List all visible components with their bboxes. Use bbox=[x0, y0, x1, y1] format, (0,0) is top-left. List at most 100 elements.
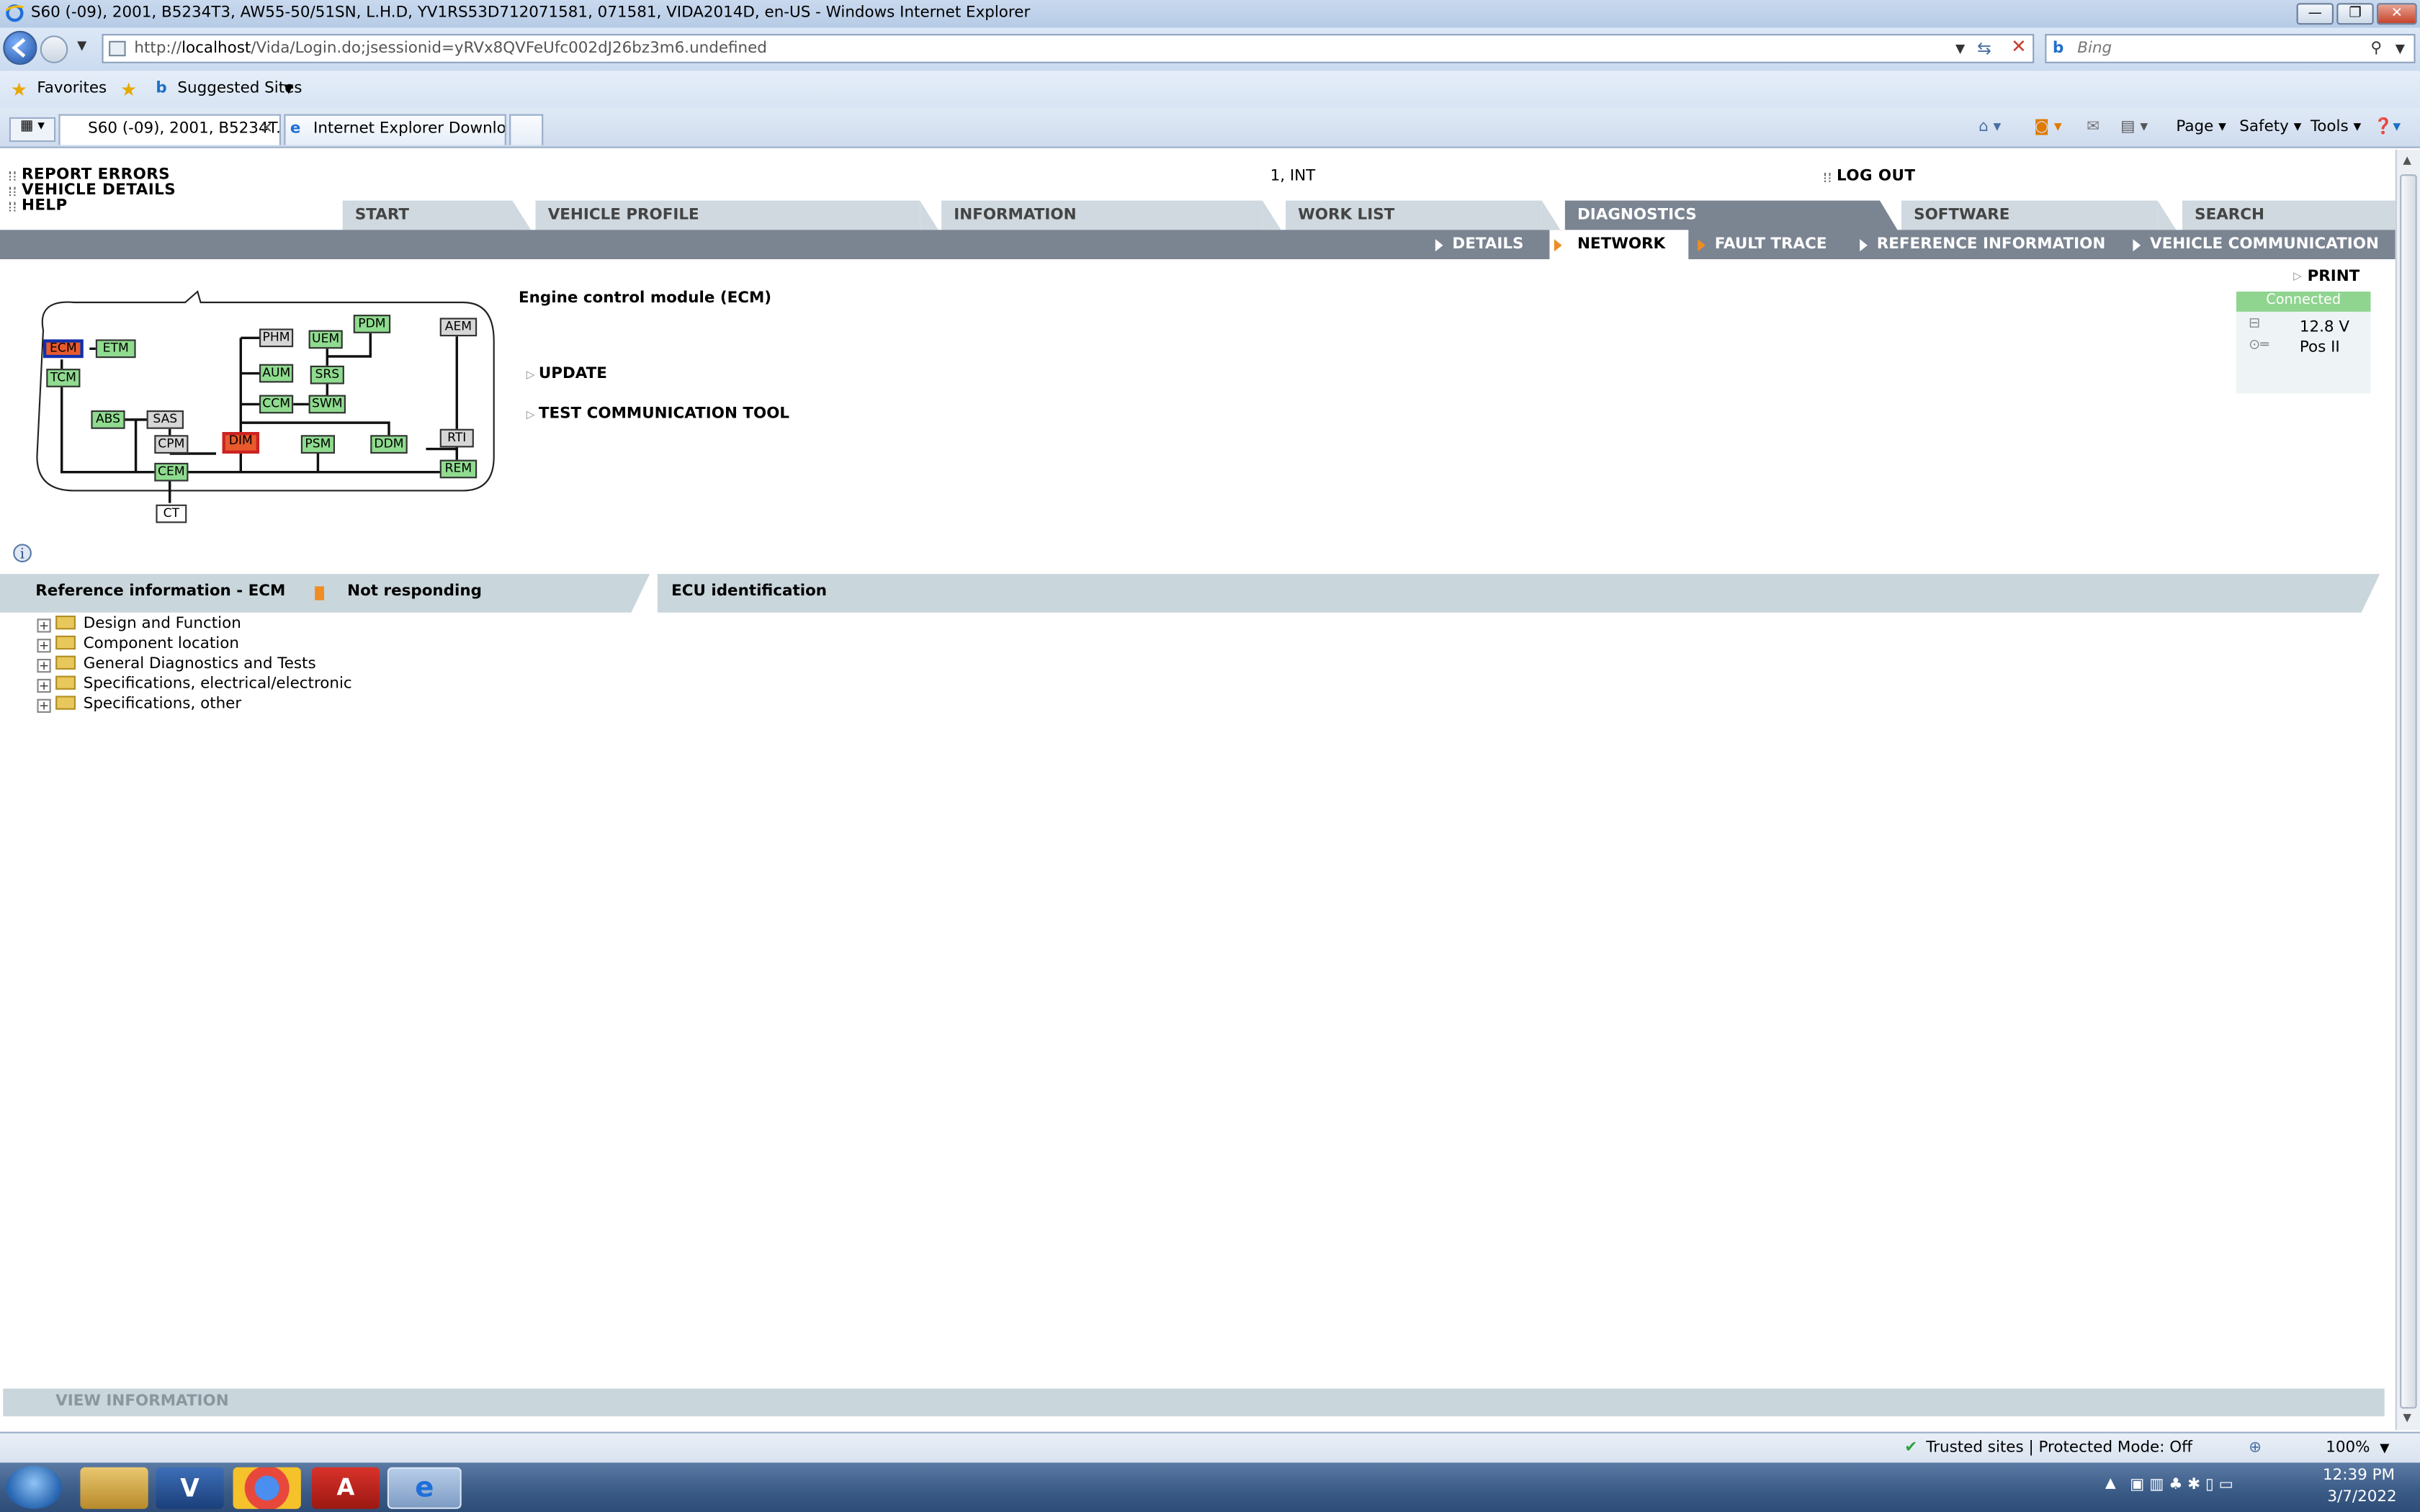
address-input[interactable]: http://localhost/Vida/Login.do;jsessioni… bbox=[102, 34, 2035, 63]
refresh-icon[interactable]: ⇆ bbox=[1977, 35, 1991, 61]
print-link[interactable]: PRINT bbox=[2308, 269, 2360, 286]
back-button[interactable] bbox=[3, 30, 37, 65]
zoom-level[interactable]: 100% bbox=[2326, 1434, 2370, 1464]
vehicle-details-link[interactable]: VEHICLE DETAILS bbox=[9, 182, 176, 199]
ecu-node-aem[interactable]: AEM bbox=[439, 318, 478, 337]
ecu-node-srs[interactable]: SRS bbox=[310, 365, 344, 384]
tab-information[interactable]: INFORMATION bbox=[941, 200, 1281, 230]
tree-item-specifications-electrical[interactable]: + Specifications, electrical/electronic bbox=[37, 674, 352, 694]
ecu-node-ddm[interactable]: DDM bbox=[370, 435, 408, 454]
page-menu[interactable]: Page ▾ bbox=[2176, 114, 2226, 143]
ecu-node-ccm[interactable]: CCM bbox=[259, 395, 294, 414]
tab-vehicle-profile[interactable]: VEHICLE PROFILE bbox=[535, 200, 938, 230]
ecu-node-cpm[interactable]: CPM bbox=[154, 435, 189, 454]
ecu-node-rti[interactable]: RTI bbox=[439, 428, 474, 448]
subtab-vehicle-communication[interactable]: VEHICLE COMMUNICATION bbox=[2128, 230, 2379, 259]
safety-menu[interactable]: Safety ▾ bbox=[2239, 114, 2301, 143]
maximize-button[interactable]: ❐ bbox=[2336, 3, 2374, 25]
search-placeholder: Bing bbox=[2077, 40, 2112, 58]
vertical-scrollbar[interactable]: ▲ ▼ bbox=[2395, 149, 2420, 1431]
print-icon[interactable]: ▤ ▾ bbox=[2120, 114, 2148, 143]
ecu-node-abs[interactable]: ABS bbox=[91, 410, 125, 429]
forward-button[interactable] bbox=[40, 35, 68, 63]
expand-icon[interactable]: + bbox=[37, 678, 51, 693]
subtab-fault-trace[interactable]: FAULT TRACE bbox=[1693, 230, 1827, 259]
vida-taskbar-icon[interactable]: V bbox=[156, 1467, 224, 1509]
help-icon[interactable]: ❓▾ bbox=[2374, 114, 2401, 143]
tree-item-general-diagnostics[interactable]: + General Diagnostics and Tests bbox=[37, 654, 316, 675]
expand-icon[interactable]: + bbox=[37, 698, 51, 713]
quick-tabs-icon[interactable]: ▦ ▾ bbox=[9, 117, 56, 143]
ecu-node-dim[interactable]: DIM bbox=[222, 432, 259, 454]
tray-expand-icon[interactable]: ▲ bbox=[2105, 1477, 2116, 1492]
ecu-node-psm[interactable]: PSM bbox=[300, 435, 335, 454]
info-icon[interactable]: i bbox=[12, 543, 32, 563]
stop-icon[interactable]: ✕ bbox=[2011, 34, 2027, 60]
start-button[interactable] bbox=[6, 1465, 62, 1509]
tab-start[interactable]: START bbox=[342, 200, 532, 230]
expand-icon[interactable]: + bbox=[37, 659, 51, 673]
ecu-node-phm[interactable]: PHM bbox=[259, 328, 294, 348]
tab-search[interactable]: SEARCH bbox=[2182, 200, 2396, 230]
home-icon[interactable]: ⌂ ▾ bbox=[1978, 114, 2001, 143]
expand-icon[interactable]: + bbox=[37, 618, 51, 633]
ecu-node-tcm[interactable]: TCM bbox=[46, 369, 81, 387]
search-icon[interactable]: ⚲ bbox=[2370, 35, 2382, 61]
clock-time[interactable]: 12:39 PM bbox=[2323, 1467, 2395, 1485]
tab-diagnostics[interactable]: DIAGNOSTICS bbox=[1564, 200, 1899, 232]
subtab-network[interactable]: NETWORK bbox=[1549, 230, 1689, 259]
close-window-button[interactable]: ✕ bbox=[2377, 3, 2417, 25]
browser-tab-downloads[interactable]: e Internet Explorer Downloads bbox=[284, 114, 506, 145]
view-information-button[interactable]: VIEW INFORMATION bbox=[3, 1388, 2385, 1417]
help-link[interactable]: HELP bbox=[9, 197, 68, 215]
zoom-dropdown-icon[interactable]: ▼ bbox=[2380, 1434, 2389, 1464]
address-dropdown-icon[interactable]: ▼ bbox=[1955, 35, 1965, 61]
browser-tab-vida[interactable]: S60 (-09), 2001, B5234T... ✕ bbox=[58, 114, 282, 145]
update-link[interactable]: UPDATE bbox=[539, 366, 607, 383]
ecu-node-etm[interactable]: ETM bbox=[95, 339, 136, 359]
tray-app-icons[interactable]: ▣ ▥ ♣ ✱ ▯ ▭ bbox=[2130, 1477, 2233, 1494]
ecu-node-ct[interactable]: CT bbox=[156, 504, 187, 523]
new-tab-button[interactable] bbox=[509, 114, 544, 145]
close-tab-icon[interactable]: ✕ bbox=[260, 116, 273, 144]
ecu-node-cem[interactable]: CEM bbox=[154, 462, 189, 482]
ecu-node-swm[interactable]: SWM bbox=[308, 395, 346, 414]
feeds-icon[interactable]: ◙ ▾ bbox=[2034, 114, 2061, 143]
scroll-down-icon[interactable]: ▼ bbox=[2403, 1412, 2411, 1424]
search-dropdown-icon[interactable]: ▼ bbox=[2396, 35, 2405, 61]
chrome-taskbar-icon[interactable] bbox=[233, 1467, 301, 1509]
tools-menu[interactable]: Tools ▾ bbox=[2311, 114, 2361, 143]
ecu-node-ecm[interactable]: ECM bbox=[43, 339, 84, 359]
mail-icon[interactable]: ✉ bbox=[2087, 114, 2099, 143]
explorer-taskbar-icon[interactable] bbox=[80, 1467, 148, 1509]
favorites-button[interactable]: Favorites bbox=[37, 71, 107, 108]
minimize-button[interactable]: — bbox=[2296, 3, 2334, 25]
subtab-reference-information[interactable]: REFERENCE INFORMATION bbox=[1855, 230, 2105, 259]
suggested-sites-dropdown-icon[interactable]: ▼ bbox=[284, 71, 293, 108]
recent-pages-dropdown-icon[interactable]: ▼ bbox=[77, 39, 86, 53]
expand-icon[interactable]: + bbox=[37, 639, 51, 653]
tree-item-design-function[interactable]: + Design and Function bbox=[37, 614, 241, 634]
acrobat-taskbar-icon[interactable]: A bbox=[311, 1467, 380, 1509]
scrollbar-thumb[interactable] bbox=[2400, 174, 2417, 1409]
report-errors-link[interactable]: REPORT ERRORS bbox=[9, 166, 170, 184]
tree-item-component-location[interactable]: + Component location bbox=[37, 634, 239, 654]
ie-taskbar-icon[interactable]: e bbox=[387, 1467, 462, 1509]
ecu-node-sas[interactable]: SAS bbox=[146, 410, 184, 429]
clock-date[interactable]: 3/7/2022 bbox=[2327, 1489, 2396, 1506]
tree-label: Specifications, electrical/electronic bbox=[83, 675, 352, 693]
tree-item-specifications-other[interactable]: + Specifications, other bbox=[37, 694, 241, 714]
logout-link[interactable]: LOG OUT bbox=[1824, 168, 1915, 185]
ecu-node-pdm[interactable]: PDM bbox=[353, 315, 391, 333]
search-input[interactable]: b Bing ⚲ ▼ bbox=[2045, 34, 2416, 63]
ecu-node-rem[interactable]: REM bbox=[439, 459, 478, 479]
subtab-details[interactable]: DETAILS bbox=[1430, 230, 1523, 259]
add-favorites-icon[interactable]: ★ bbox=[120, 71, 137, 108]
scroll-up-icon[interactable]: ▲ bbox=[2403, 154, 2411, 166]
ecu-node-uem[interactable]: UEM bbox=[308, 330, 343, 349]
test-communication-tool-link[interactable]: TEST COMMUNICATION TOOL bbox=[539, 406, 789, 423]
ecu-node-aum[interactable]: AUM bbox=[259, 364, 294, 383]
security-zone[interactable]: Trusted sites | Protected Mode: Off bbox=[1926, 1434, 2192, 1464]
tab-software[interactable]: SOFTWARE bbox=[1901, 200, 2177, 230]
tab-work-list[interactable]: WORK LIST bbox=[1286, 200, 1561, 230]
